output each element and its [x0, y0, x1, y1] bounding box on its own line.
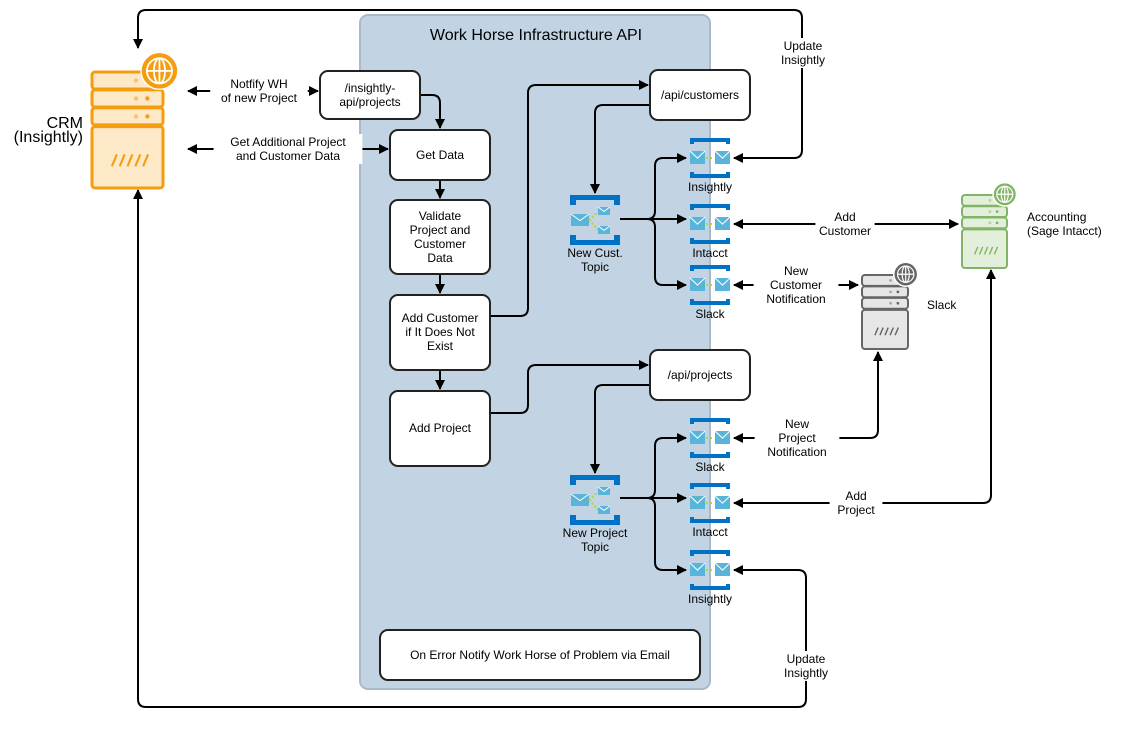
server-led	[988, 221, 992, 225]
globe-icon	[140, 51, 179, 91]
edge-label-add-customer: Add	[834, 210, 855, 224]
edge-label-update-insightly-bottom: Update	[787, 652, 826, 666]
edge-label-update-insightly-bottom: Insightly	[784, 666, 828, 680]
server-base	[90, 125, 165, 190]
topic-label: New Project	[563, 526, 628, 540]
insightly-api-text: /insightly-	[345, 81, 396, 95]
edge-label-new-customer-notification: Notification	[766, 292, 825, 306]
edge-label-new-project-notification: Project	[778, 431, 816, 445]
container-title: Work Horse Infrastructure API	[430, 27, 642, 44]
add-customer-text: Add Customer	[402, 311, 479, 325]
server-base	[861, 308, 909, 350]
server-unit	[961, 205, 1008, 219]
add-customer-text: if It Does Not	[405, 325, 475, 339]
system-accounting[interactable]: Accounting(Sage Intacct)	[961, 181, 1102, 269]
server-led	[889, 301, 892, 305]
server-led	[988, 199, 992, 202]
api-projects-label: /api/projects	[668, 368, 733, 382]
topic-label: Topic	[581, 260, 609, 274]
subscription-label: Intacct	[692, 246, 728, 260]
insightly-api-text: api/projects	[339, 95, 400, 109]
server-led	[896, 290, 900, 294]
globe-icon	[892, 261, 919, 287]
add-customer-text: Exist	[427, 339, 454, 353]
server-led	[889, 290, 892, 294]
insightly-api-label: /insightly-api/projects	[339, 81, 400, 109]
edge-label-new-project-notification: New	[785, 417, 809, 431]
server-unit	[961, 216, 1008, 230]
edge-label-update-insightly-top: Update	[784, 39, 823, 53]
edge-label-add-project: Project	[837, 503, 875, 517]
system-label: Accounting	[1027, 210, 1086, 224]
add-project-label: Add Project	[409, 421, 472, 435]
validate-text: Customer	[414, 237, 466, 251]
subscription-label: Intacct	[692, 525, 728, 539]
edge-label-add-project: Add	[845, 489, 866, 503]
api-customers-label: /api/customers	[661, 88, 739, 102]
server-led	[133, 78, 139, 83]
server-led	[995, 210, 999, 213]
edge-label-add-customer: Customer	[819, 224, 871, 238]
server-led	[995, 221, 999, 225]
system-crm[interactable]: CRM(Insightly)	[14, 51, 179, 190]
edge-label-notify-wh: of new Project	[221, 91, 298, 105]
api-projects-text: /api/projects	[668, 368, 733, 382]
edge-label-new-customer-notification: Customer	[770, 278, 822, 292]
get-data-text: Get Data	[416, 148, 464, 162]
validate-text: Data	[427, 251, 453, 265]
validate-text: Project and	[410, 223, 471, 237]
globe-icon	[992, 181, 1018, 207]
add-project-text: Add Project	[409, 421, 472, 435]
subscription-label: Insightly	[688, 592, 732, 606]
topic-label: Topic	[581, 540, 609, 554]
server-led	[145, 114, 150, 119]
server-led	[133, 96, 139, 101]
edge-label-notify-wh: Notfify WH	[230, 77, 287, 91]
edge-label-update-insightly-top: Insightly	[781, 53, 825, 67]
api-customers-text: /api/customers	[661, 88, 739, 102]
server-base	[961, 228, 1008, 269]
on-error-label: On Error Notify Work Horse of Problem vi…	[410, 648, 670, 662]
subscription-label: Slack	[695, 307, 725, 321]
on-error-text: On Error Notify Work Horse of Problem vi…	[410, 648, 670, 662]
server-led	[133, 114, 139, 119]
edge-label-get-additional: Get Additional Project	[230, 135, 346, 149]
subscription-label: Slack	[695, 460, 725, 474]
system-label: Slack	[927, 298, 957, 312]
topic-label: New Cust.	[567, 246, 622, 260]
server-unit	[90, 88, 165, 109]
system-label: (Insightly)	[14, 129, 83, 146]
edge-label-new-customer-notification: New	[784, 264, 808, 278]
system-label: (Sage Intacct)	[1027, 224, 1102, 238]
subscription-label: Insightly	[688, 180, 732, 194]
validate-text: Validate	[419, 209, 462, 223]
server-led	[896, 301, 900, 305]
server-unit	[861, 296, 909, 310]
server-led	[988, 210, 992, 213]
architecture-diagram: Work Horse Infrastructure API /insightly…	[14, 9, 1102, 708]
server-led	[889, 279, 892, 282]
server-unit	[90, 106, 165, 127]
edge-label-get-additional: and Customer Data	[236, 149, 340, 163]
system-slack[interactable]: Slack	[861, 261, 957, 350]
get-data-label: Get Data	[416, 148, 464, 162]
server-unit	[861, 285, 909, 299]
edge-label-new-project-notification: Notification	[767, 445, 826, 459]
server-led	[145, 96, 150, 101]
